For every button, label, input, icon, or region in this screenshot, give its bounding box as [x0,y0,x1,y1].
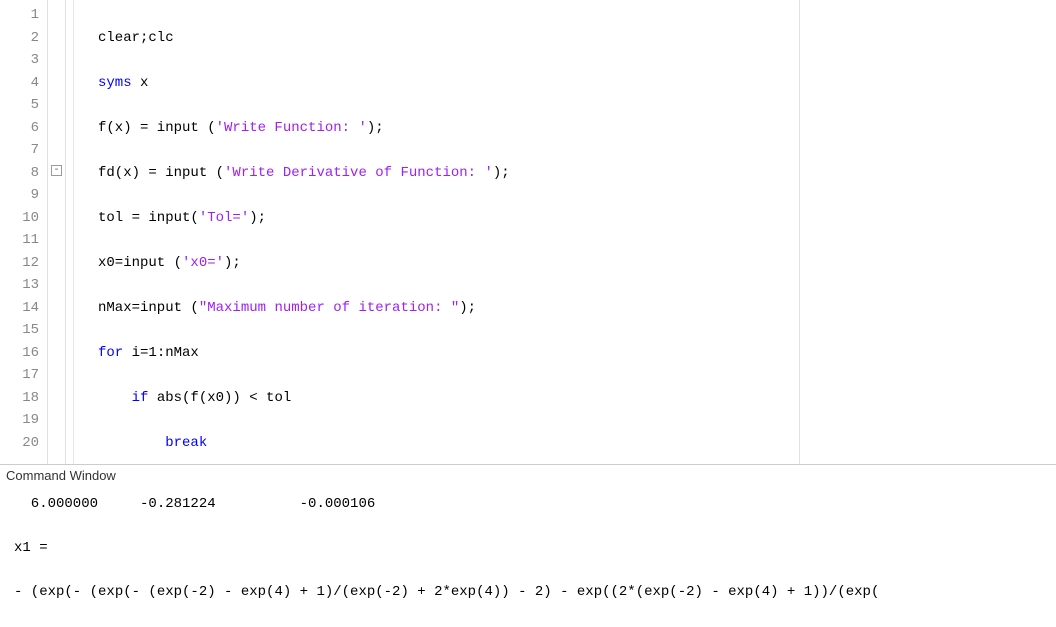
command-window-title: Command Window [0,465,1056,487]
line-number: 11 [0,229,47,252]
code-text: ); [249,210,266,226]
code-text: f(x) = input ( [98,120,216,136]
line-number: 12 [0,252,47,275]
line-number: 10 [0,207,47,230]
line-number: 19 [0,409,47,432]
line-number: 3 [0,49,47,72]
code-editor[interactable]: clear;clc syms x f(x) = input ('Write Fu… [74,0,1056,464]
code-text: tol = input( [98,210,199,226]
code-line[interactable]: nMax=input ("Maximum number of iteration… [98,297,1056,320]
keyword: syms [98,75,132,91]
editor-right-ruler [799,0,800,464]
code-line[interactable]: syms x [98,72,1056,95]
code-indent [98,390,132,406]
line-number: 20 [0,432,47,455]
line-number: 5 [0,94,47,117]
line-number: 4 [0,72,47,95]
fold-toggle-icon[interactable]: - [51,165,62,176]
code-text: ); [493,165,510,181]
line-number: 16 [0,342,47,365]
string-literal: 'Write Function: ' [216,120,367,136]
code-text: fd(x) = input ( [98,165,224,181]
code-line[interactable]: fd(x) = input ('Write Derivative of Func… [98,162,1056,185]
line-number: 13 [0,274,47,297]
line-number: 9 [0,184,47,207]
line-number: 8 [0,162,47,185]
code-line[interactable]: tol = input('Tol='); [98,207,1056,230]
code-line[interactable]: f(x) = input ('Write Function: '); [98,117,1056,140]
code-text: x [132,75,149,91]
code-line[interactable]: break [98,432,1056,455]
line-number: 17 [0,364,47,387]
line-number: 2 [0,27,47,50]
line-number: 7 [0,139,47,162]
fold-column: - [48,0,66,464]
keyword: if [132,390,149,406]
code-text: ); [459,300,476,316]
code-text: ); [224,255,241,271]
code-text: clear;clc [98,30,174,46]
line-number-gutter: 1 2 3 4 5 6 7 8 9 10 11 12 13 14 15 16 1… [0,0,48,464]
line-number: 1 [0,4,47,27]
output-line: - (exp(- (exp(- (exp(-2) - exp(4) + 1)/(… [14,584,879,600]
editor-pane: 1 2 3 4 5 6 7 8 9 10 11 12 13 14 15 16 1… [0,0,1056,465]
code-text: i=1:nMax [123,345,199,361]
string-literal: 'Tol=' [199,210,249,226]
code-text: nMax=input ( [98,300,199,316]
code-line[interactable]: if abs(f(x0)) < tol [98,387,1056,410]
code-line[interactable]: clear;clc [98,27,1056,50]
code-text: ); [367,120,384,136]
code-text: abs(f(x0)) < tol [148,390,291,406]
keyword: break [165,435,207,451]
string-literal: 'x0=' [182,255,224,271]
line-number: 14 [0,297,47,320]
line-number: 15 [0,319,47,342]
code-margin [66,0,74,464]
code-line[interactable]: for i=1:nMax [98,342,1056,365]
line-number: 18 [0,387,47,410]
string-literal: "Maximum number of iteration: " [199,300,459,316]
code-line[interactable]: x0=input ('x0='); [98,252,1056,275]
line-number: 6 [0,117,47,140]
output-line: x1 = [14,540,48,556]
string-literal: 'Write Derivative of Function: ' [224,165,493,181]
code-indent [98,435,165,451]
code-text: x0=input ( [98,255,182,271]
keyword: for [98,345,123,361]
output-line: 6.000000 -0.281224 -0.000106 [14,496,375,512]
command-window[interactable]: 6.000000 -0.281224 -0.000106 x1 = - (exp… [0,487,1056,627]
